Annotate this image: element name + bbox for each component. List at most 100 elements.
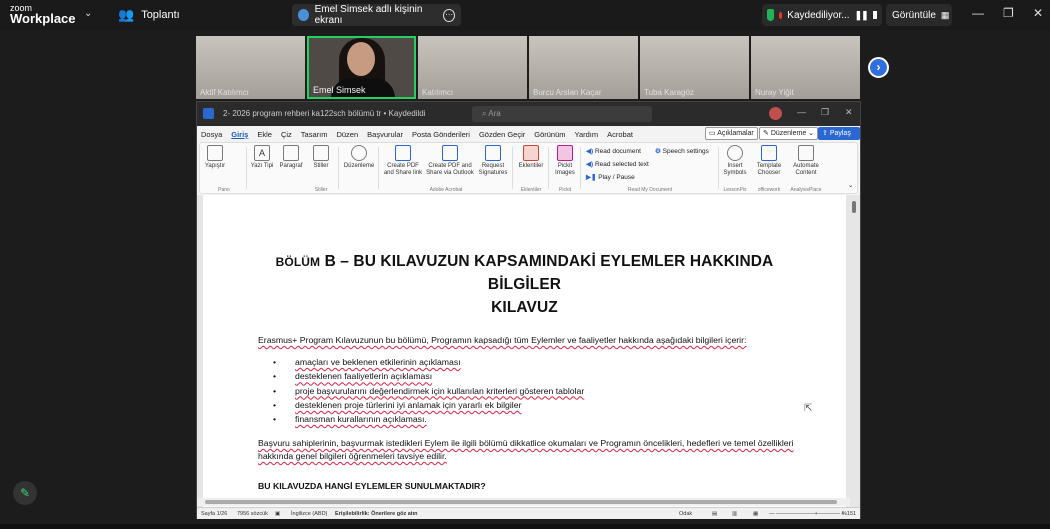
status-bar: Sayfa 1/26 7956 sözcük ▣ İngilizce (ABD)… <box>197 507 860 519</box>
tab-giris[interactable]: Giriş <box>231 130 248 139</box>
share-button[interactable]: ⇪ Paylaş ⌄ <box>818 127 860 148</box>
language-status[interactable]: İngilizce (ABD) <box>291 511 327 517</box>
font-icon: A <box>254 145 270 161</box>
group-label: officework <box>757 187 781 193</box>
tab-tasarim[interactable]: Tasarım <box>301 130 328 139</box>
meeting-menu[interactable]: 👥 Toplantı <box>118 7 180 23</box>
screen: { "zoom": { "logo_small": "zoom", "logo_… <box>0 0 1050 529</box>
list-item-text: finansman kurallarının açıklaması. <box>295 414 427 425</box>
addins-button[interactable]: Eklentiler Eklentiler <box>516 145 546 193</box>
divider <box>580 147 581 189</box>
tab-ekle[interactable]: Ekle <box>257 130 272 139</box>
heading-text: B – BU KILAVUZUN KAPSAMINDAKİ EYLEMLER H… <box>324 253 774 270</box>
word-logo-icon <box>203 108 214 119</box>
annotate-pen-icon[interactable]: ✎ <box>13 481 37 505</box>
list-item-text: desteklenen faaliyetlerin açıklaması <box>295 371 433 382</box>
pickit-button[interactable]: Pickit Images Pickit <box>552 145 578 193</box>
word-count[interactable]: 7956 sözcük <box>237 511 268 517</box>
tab-posta[interactable]: Posta Gönderileri <box>412 130 470 139</box>
participant-tile[interactable]: Tuba Karagöz <box>640 36 749 99</box>
editing-mode-button[interactable]: ✎ Düzenleme ⌄ <box>759 127 819 140</box>
participant-tile[interactable]: Nuray Yiğit <box>751 36 860 99</box>
document-page[interactable]: BÖLÜM B – BU KILAVUZUN KAPSAMINDAKİ EYLE… <box>203 195 846 507</box>
active-speaker-tile[interactable]: Emel Simsek <box>307 36 416 99</box>
paragraph-button[interactable]: Paragraf <box>278 145 304 193</box>
zoom-level[interactable]: %151 <box>842 511 856 517</box>
tab-duzen[interactable]: Düzen <box>336 130 358 139</box>
participant-name: Katılımcı <box>422 88 454 97</box>
ribbon-tabs: Dosya Giriş Ekle Çiz Tasarım Düzen Başvu… <box>197 126 860 148</box>
comments-button[interactable]: ▭ Açıklamalar <box>705 127 758 140</box>
tab-acrobat[interactable]: Acrobat <box>607 130 633 139</box>
heading-small-caps: BÖLÜM <box>275 255 321 269</box>
automate-content-button[interactable]: Automate Content AnalysisPlace <box>789 145 823 193</box>
vertical-scrollbar[interactable] <box>850 195 858 507</box>
participant-tile[interactable]: Aktif Katılımcı <box>196 36 305 99</box>
font-button[interactable]: A Yazı Tipi <box>250 145 274 193</box>
group-read-my-document: Read My Document <box>586 145 714 193</box>
insert-symbols-button[interactable]: Insert Symbols LessonPix <box>721 145 749 193</box>
search-box[interactable]: ⌕ Ara <box>472 106 652 122</box>
share-label: Emel Simsek adlı kişinin ekranı <box>314 4 423 26</box>
comments-label: Açıklamalar <box>717 130 754 137</box>
stop-icon[interactable] <box>872 11 877 19</box>
proofing-icon[interactable]: ▣ <box>275 511 280 517</box>
scroll-thumb[interactable] <box>852 201 856 213</box>
document-area[interactable]: BÖLÜM B – BU KILAVUZUN KAPSAMINDAKİ EYLE… <box>197 195 860 507</box>
accessibility-status[interactable]: Erişilebilirlik: Önerilere göz atın <box>335 511 418 517</box>
participant-tile[interactable]: Burcu Arslan Kaçar <box>529 36 638 99</box>
record-dot-icon <box>778 11 783 19</box>
pause-icon[interactable]: ❚❚ <box>855 10 869 21</box>
chevron-down-icon[interactable]: ⌄ <box>84 8 92 19</box>
insert-symbols-label: Insert Symbols <box>723 163 747 176</box>
restore-icon[interactable]: ❐ <box>821 107 829 118</box>
heading-line-3: KILAVUZ <box>491 299 558 316</box>
page-count[interactable]: Sayfa 1/26 <box>201 511 227 517</box>
view-button[interactable]: Görüntüle ▦ <box>886 4 952 26</box>
tab-basvurular[interactable]: Başvurular <box>367 130 403 139</box>
web-layout-icon[interactable]: ▦ <box>753 511 758 517</box>
tab-yardim[interactable]: Yardım <box>575 130 599 139</box>
tab-ciz[interactable]: Çiz <box>281 130 292 139</box>
tab-gorunum[interactable]: Görünüm <box>534 130 565 139</box>
close-button[interactable]: ✕ <box>1033 6 1043 20</box>
profile-avatar[interactable] <box>769 107 782 120</box>
scroll-thumb[interactable] <box>205 500 837 504</box>
focus-button[interactable]: Odak <box>679 511 692 517</box>
read-mode-icon[interactable]: ▤ <box>712 511 717 517</box>
intro-paragraph: Erasmus+ Program Kılavuzunun bu bölümü, … <box>258 335 747 345</box>
group-label: Read My Document <box>627 187 673 193</box>
recording-indicator[interactable]: Kaydediliyor... ❚❚ <box>762 4 882 26</box>
horizontal-scrollbar[interactable] <box>197 498 850 506</box>
group-label: Eklentiler <box>520 187 542 193</box>
tab-gozden-gecir[interactable]: Gözden Geçir <box>479 130 525 139</box>
participant-name: Emel Simsek <box>313 85 366 95</box>
group-label: AnalysisPlace <box>790 187 822 193</box>
list-item-text: proje başvurularını değerlendirmek için … <box>295 385 585 396</box>
zoom-slider[interactable]: — ———————+———— + <box>769 511 844 517</box>
print-layout-icon[interactable]: ▥ <box>732 511 737 517</box>
zoom-logo[interactable]: zoom Workplace <box>10 3 76 25</box>
participant-name: Nuray Yiğit <box>755 88 794 97</box>
font-label: Yazı Tipi <box>250 163 274 169</box>
more-options-icon[interactable]: ··· <box>443 8 455 22</box>
editing-button[interactable]: Düzenleme <box>342 145 376 193</box>
tab-dosya[interactable]: Dosya <box>201 130 222 139</box>
minimize-icon[interactable]: — <box>797 107 806 117</box>
ribbon-expand-icon[interactable]: ⌄ <box>848 181 853 189</box>
template-chooser-button[interactable]: Template Chooser officework <box>752 145 786 193</box>
heading-line-2: BİLGİLER <box>487 276 562 293</box>
speaker-face <box>347 42 375 76</box>
screen-share-indicator[interactable]: Emel Simsek adlı kişinin ekranı ··· <box>292 4 461 26</box>
styles-button[interactable]: Stiller Stiller <box>308 145 334 193</box>
automate-icon <box>798 145 814 161</box>
document-title[interactable]: 2- 2026 program rehberi ka122sch bölümü … <box>223 109 425 118</box>
maximize-button[interactable]: ❐ <box>1003 6 1014 20</box>
addins-icon <box>523 145 539 161</box>
list-item: • finansman kurallarının açıklaması. <box>273 414 584 428</box>
participant-tile[interactable]: Katılımcı <box>418 36 527 99</box>
minimize-button[interactable]: — <box>972 6 984 20</box>
close-icon[interactable]: ✕ <box>845 107 853 118</box>
subheading: BU KILAVUZDA HANGİ EYLEMLER SUNULMAKTADI… <box>258 481 486 491</box>
gallery-next-icon[interactable]: › <box>868 57 889 78</box>
